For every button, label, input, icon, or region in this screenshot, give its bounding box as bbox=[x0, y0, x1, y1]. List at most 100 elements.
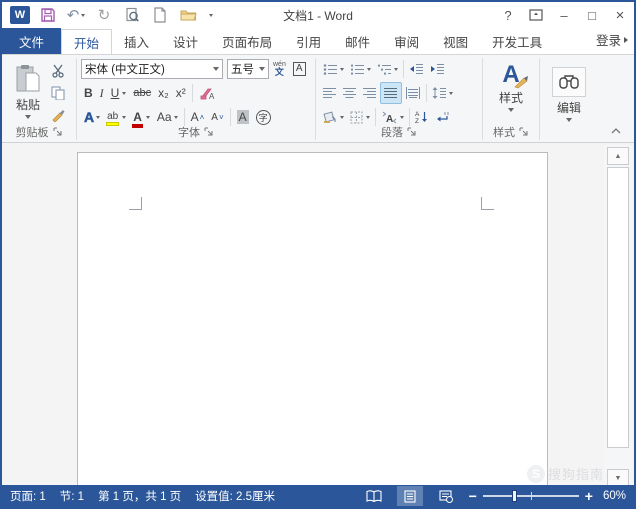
distribute-icon bbox=[405, 87, 421, 99]
tab-references[interactable]: 引用 bbox=[284, 29, 333, 54]
align-left-icon bbox=[323, 87, 337, 99]
bold-button[interactable]: B bbox=[81, 82, 96, 104]
tab-insert[interactable]: 插入 bbox=[112, 29, 161, 54]
tab-page-layout[interactable]: 页面布局 bbox=[210, 29, 284, 54]
new-document-button[interactable] bbox=[148, 5, 172, 25]
copy-button[interactable] bbox=[47, 84, 69, 102]
numbering-button[interactable] bbox=[347, 58, 374, 80]
underline-button[interactable]: U bbox=[108, 82, 130, 104]
scroll-up-button[interactable]: ▲ bbox=[607, 147, 629, 165]
font-group-label: 字体 bbox=[178, 124, 200, 140]
tab-home[interactable]: 开始 bbox=[61, 29, 112, 54]
align-right-icon bbox=[363, 87, 377, 99]
minimize-button[interactable]: – bbox=[550, 4, 578, 26]
quick-access-toolbar: W ↶ ↻ bbox=[2, 5, 218, 25]
align-right-button[interactable] bbox=[360, 82, 380, 104]
justify-button[interactable] bbox=[380, 82, 402, 104]
svg-text:A: A bbox=[386, 114, 393, 124]
superscript-button[interactable]: x² bbox=[173, 82, 189, 104]
document-area: ▲ ▼ S 搜狗指南 bbox=[2, 143, 634, 489]
zoom-slider-thumb[interactable] bbox=[512, 490, 517, 502]
vertical-scrollbar[interactable]: ▲ ▼ bbox=[604, 145, 632, 489]
undo-button[interactable]: ↶ bbox=[64, 5, 88, 25]
zoom-out-button[interactable]: − bbox=[469, 489, 477, 503]
scrollbar-thumb[interactable] bbox=[607, 167, 629, 448]
font-size-combo[interactable]: 五号 bbox=[227, 59, 269, 79]
overflow-arrow-icon bbox=[624, 37, 628, 43]
tab-review[interactable]: 审阅 bbox=[382, 29, 431, 54]
open-button[interactable] bbox=[176, 5, 200, 25]
help-button[interactable]: ? bbox=[494, 4, 522, 26]
tab-mailings[interactable]: 邮件 bbox=[333, 29, 382, 54]
subscript-button[interactable]: x₂ bbox=[155, 82, 172, 104]
print-preview-button[interactable] bbox=[120, 5, 144, 25]
collapse-ribbon-button[interactable] bbox=[608, 124, 624, 138]
status-page[interactable]: 页面: 1 bbox=[10, 488, 46, 504]
qat-customize-button[interactable] bbox=[204, 5, 218, 25]
format-painter-button[interactable] bbox=[47, 106, 69, 124]
zoom-in-button[interactable]: + bbox=[585, 489, 593, 503]
distribute-button[interactable] bbox=[402, 82, 424, 104]
line-spacing-button[interactable] bbox=[429, 82, 456, 104]
paragraph-dialog-launcher[interactable] bbox=[407, 127, 417, 137]
bullets-button[interactable] bbox=[320, 58, 347, 80]
align-left-button[interactable] bbox=[320, 82, 340, 104]
font-dialog-launcher[interactable] bbox=[204, 127, 214, 137]
styles-icon: A bbox=[502, 63, 519, 87]
multilevel-list-icon bbox=[377, 63, 392, 76]
tab-file[interactable]: 文件 bbox=[2, 28, 61, 54]
word-logo-icon[interactable]: W bbox=[8, 5, 32, 25]
strikethrough-button[interactable]: abc bbox=[130, 82, 154, 104]
zoom-slider[interactable] bbox=[483, 495, 579, 497]
web-layout-button[interactable] bbox=[433, 486, 459, 506]
zoom-level[interactable]: 60% bbox=[603, 490, 626, 502]
tab-design[interactable]: 设计 bbox=[161, 29, 210, 54]
tab-developer[interactable]: 开发工具 bbox=[480, 29, 554, 54]
styles-dialog-launcher[interactable] bbox=[519, 127, 529, 137]
status-section[interactable]: 节: 1 bbox=[60, 488, 84, 504]
decrease-indent-button[interactable] bbox=[406, 58, 427, 80]
status-page-of[interactable]: 第 1 页，共 1 页 bbox=[98, 488, 181, 504]
tab-view[interactable]: 视图 bbox=[431, 29, 480, 54]
numbering-icon bbox=[350, 63, 365, 76]
group-styles: A 样式 样式 bbox=[483, 55, 539, 142]
line-spacing-icon bbox=[432, 87, 447, 99]
maximize-button[interactable]: □ bbox=[578, 4, 606, 26]
italic-button[interactable]: I bbox=[97, 82, 107, 104]
watermark: S 搜狗指南 bbox=[527, 464, 604, 483]
group-paragraph: A A Z bbox=[316, 55, 482, 142]
print-layout-button[interactable] bbox=[397, 486, 423, 506]
status-setting[interactable]: 设置值: 2.5厘米 bbox=[195, 488, 275, 504]
align-center-button[interactable] bbox=[340, 82, 360, 104]
ribbon-display-options-icon bbox=[529, 9, 543, 21]
editing-button[interactable]: 编辑 bbox=[552, 58, 586, 130]
cut-button[interactable] bbox=[47, 62, 69, 80]
increase-indent-button[interactable] bbox=[427, 58, 448, 80]
undo-dropdown[interactable] bbox=[81, 14, 85, 17]
document-page[interactable] bbox=[77, 152, 548, 489]
paste-label: 粘贴 bbox=[16, 96, 40, 113]
styles-button[interactable]: A 样式 bbox=[499, 58, 523, 130]
redo-button[interactable]: ↻ bbox=[92, 5, 116, 25]
editing-icon-box bbox=[552, 67, 586, 97]
margin-crop-mark-left bbox=[129, 197, 142, 210]
zoom-slider-tick bbox=[531, 492, 532, 500]
read-mode-button[interactable] bbox=[361, 486, 387, 506]
clear-formatting-icon: A bbox=[199, 86, 215, 100]
decrease-indent-icon bbox=[409, 63, 424, 75]
group-clipboard: 粘贴 bbox=[2, 55, 76, 142]
ribbon-display-options-button[interactable] bbox=[522, 4, 550, 26]
clear-formatting-button[interactable]: A bbox=[196, 82, 218, 104]
phonetic-guide-button[interactable]: wén文 bbox=[270, 58, 289, 80]
font-color-icon: A bbox=[133, 110, 142, 124]
paste-button[interactable]: 粘贴 bbox=[9, 60, 47, 124]
clipboard-dialog-launcher[interactable] bbox=[53, 127, 63, 137]
sign-in-button[interactable]: 登录 bbox=[590, 25, 634, 54]
window-controls: ? – □ × bbox=[494, 4, 634, 26]
font-name-combo[interactable]: 宋体 (中文正文) bbox=[81, 59, 223, 79]
save-button[interactable] bbox=[36, 5, 60, 25]
watermark-logo: S bbox=[527, 465, 545, 483]
character-border-button[interactable]: A bbox=[290, 58, 309, 80]
multilevel-list-button[interactable] bbox=[374, 58, 401, 80]
close-button[interactable]: × bbox=[606, 4, 634, 26]
